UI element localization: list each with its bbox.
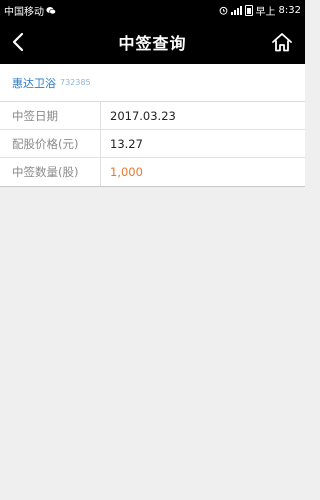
- battery-icon: [244, 4, 253, 16]
- lottery-result-panel: 惠达卫浴 732385 中签日期 2017.03.23 配股价格(元) 13.2…: [0, 64, 305, 187]
- stock-name: 惠达卫浴: [12, 76, 56, 90]
- status-right: 早上 8:32: [219, 3, 301, 18]
- row-label: 中签数量(股): [0, 158, 101, 186]
- chevron-left-icon: [12, 32, 24, 52]
- home-icon: [272, 33, 292, 52]
- time-label: 8:32: [278, 4, 301, 16]
- row-label: 配股价格(元): [0, 130, 101, 157]
- nav-bar: 中签查询: [0, 20, 305, 64]
- signal-icon: [230, 5, 242, 15]
- home-button[interactable]: [269, 29, 295, 55]
- status-left: 中国移动: [4, 3, 56, 18]
- row-value: 13.27: [110, 136, 143, 151]
- status-bar: 中国移动 早上 8:32: [0, 0, 305, 20]
- alarm-icon: [219, 6, 227, 15]
- carrier-label: 中国移动: [4, 6, 44, 18]
- time-prefix-label: 早上: [255, 6, 276, 18]
- row-label: 中签日期: [0, 102, 101, 129]
- back-button[interactable]: [6, 30, 30, 54]
- page-title: 中签查询: [118, 34, 187, 53]
- row-value: 2017.03.23: [110, 108, 176, 123]
- stock-header: 惠达卫浴 732385: [0, 64, 305, 102]
- info-row-date: 中签日期 2017.03.23: [0, 102, 305, 130]
- row-value-highlight: 1,000: [110, 165, 143, 179]
- info-row-quantity: 中签数量(股) 1,000: [0, 158, 305, 186]
- info-row-price: 配股价格(元) 13.27: [0, 130, 305, 158]
- stock-code: 732385: [60, 78, 91, 87]
- wechat-icon: [46, 6, 56, 14]
